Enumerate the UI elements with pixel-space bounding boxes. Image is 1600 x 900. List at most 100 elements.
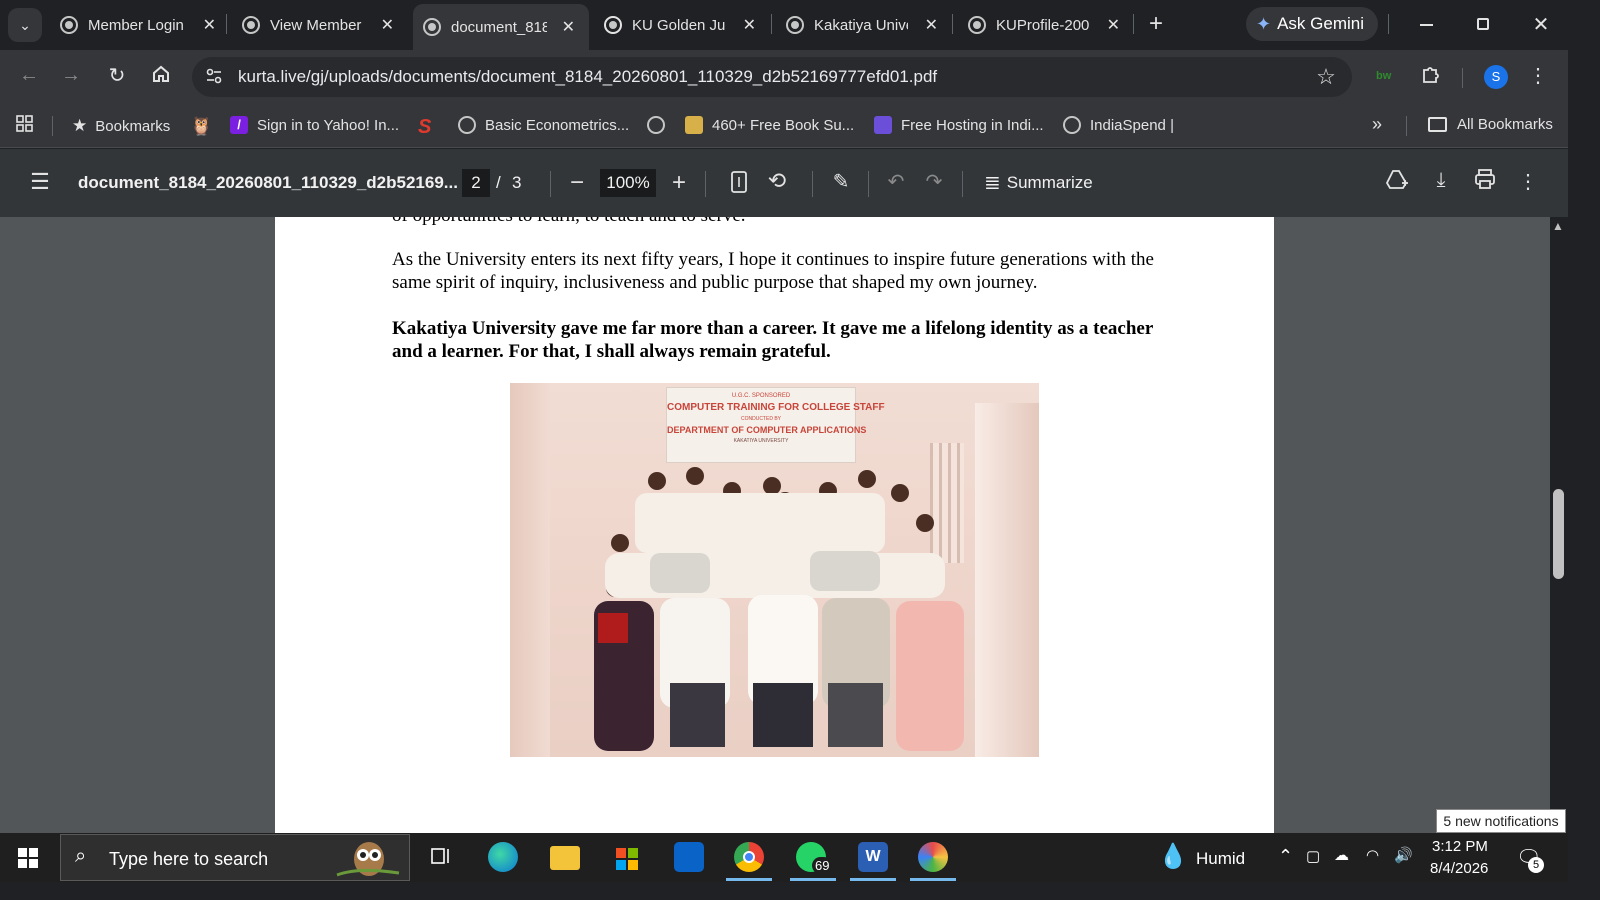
bookmark-s-logo[interactable]: S (418, 116, 431, 139)
more-bookmarks-button[interactable]: » (1372, 114, 1382, 135)
search-icon: ⌕ (75, 845, 87, 867)
tray-chevron-icon[interactable]: ⌃ (1278, 846, 1293, 867)
profile-initial: S (1491, 69, 1501, 84)
meet-now-icon[interactable]: ▢ (1306, 847, 1320, 865)
tab-document-active[interactable]: document_8184 ✕ (413, 4, 589, 50)
outlook-icon[interactable] (674, 842, 704, 872)
weather-label[interactable]: Humid (1196, 849, 1245, 869)
profile-avatar[interactable]: S (1484, 65, 1508, 89)
reload-icon[interactable]: ↻ (104, 63, 130, 88)
scrollbar-thumb[interactable] (1553, 489, 1564, 579)
bookmarks-divider (52, 116, 53, 136)
ask-gemini-label: Ask Gemini (1277, 14, 1365, 33)
kebab-menu-icon[interactable]: ⋮ (1528, 63, 1548, 88)
edge-icon[interactable] (488, 842, 518, 872)
tab-kuprofile[interactable]: KUProfile-2007 ✕ (968, 8, 1124, 42)
apps-grid-icon[interactable] (14, 114, 36, 140)
yahoo-icon: / (230, 116, 248, 134)
word-icon[interactable]: W (858, 842, 888, 872)
notification-toast[interactable]: 5 new notifications (1436, 809, 1566, 833)
onedrive-cloud-icon[interactable]: ☁ (1334, 846, 1349, 864)
close-icon[interactable]: ✕ (381, 15, 394, 35)
restore-button[interactable] (1468, 12, 1498, 38)
globe-icon (423, 18, 441, 36)
site-info-icon[interactable] (202, 66, 226, 91)
tab-ku-golden-jubilee[interactable]: KU Golden Jubilee ✕ (604, 8, 760, 42)
volume-icon[interactable]: 🔊 (1394, 846, 1413, 864)
bookmark-basic-econometrics[interactable]: Basic Econometrics... (458, 116, 629, 134)
address-bar[interactable]: kurta.live/gj/uploads/documents/document… (192, 57, 1352, 97)
chrome-icon[interactable] (734, 842, 764, 872)
more-options-icon[interactable]: ⋮ (1518, 169, 1538, 194)
bookmark-yahoo[interactable]: / Sign in to Yahoo! In... (230, 116, 399, 134)
extension-bw-icon[interactable]: bw (1376, 70, 1391, 82)
clock-date[interactable]: 8/4/2026 (1430, 860, 1488, 877)
whatsapp-active-indicator (790, 878, 836, 881)
microsoft-store-icon[interactable] (612, 842, 642, 872)
ask-gemini-button[interactable]: ✦ Ask Gemini (1246, 7, 1378, 41)
pdf-toolbar: ☰ document_8184_20260801_110329_d2b52169… (0, 149, 1568, 217)
globe-icon (647, 116, 665, 134)
tab-kakatiya-university[interactable]: Kakatiya University ✕ (786, 8, 942, 42)
drive-add-icon[interactable] (1384, 169, 1410, 197)
minimize-button[interactable] (1412, 12, 1442, 38)
tab-view-member[interactable]: View Member ✕ (242, 8, 398, 42)
clock-time[interactable]: 3:12 PM (1432, 838, 1488, 855)
bookmarks-divider (1406, 116, 1407, 136)
close-icon[interactable]: ✕ (925, 15, 938, 35)
rotate-icon[interactable]: ⟲ (764, 168, 790, 194)
page-total: 3 (512, 173, 522, 192)
home-icon[interactable] (148, 64, 174, 90)
paint-icon[interactable] (918, 842, 948, 872)
extensions-puzzle-icon[interactable] (1418, 63, 1444, 91)
pdf-divider (705, 171, 706, 197)
pdf-viewer[interactable]: of opportunities to learn, to teach and … (0, 217, 1568, 833)
bookmark-owl[interactable]: 🦉 (190, 116, 212, 137)
new-tab-button[interactable]: + (1144, 10, 1168, 38)
bookmark-indiaspend[interactable]: IndiaSpend | (1063, 116, 1174, 134)
page-number-input[interactable]: 2 (462, 169, 490, 197)
undo-icon[interactable]: ↶ (884, 169, 908, 194)
all-bookmarks-button[interactable]: All Bookmarks (1428, 116, 1553, 133)
close-icon[interactable]: ✕ (203, 15, 216, 35)
close-icon[interactable]: ✕ (743, 15, 756, 35)
fit-page-icon[interactable] (728, 171, 750, 199)
summarize-button[interactable]: ≣ Summarize (984, 170, 1093, 195)
url-text[interactable]: kurta.live/gj/uploads/documents/document… (238, 67, 937, 87)
print-icon[interactable] (1472, 169, 1498, 195)
people-group (594, 467, 964, 751)
tab-divider (1133, 14, 1134, 34)
folder-icon (1428, 117, 1447, 132)
file-explorer-icon[interactable] (550, 846, 580, 870)
close-icon[interactable]: ✕ (1107, 15, 1120, 35)
tab-member-login[interactable]: Member Login ✕ (60, 8, 220, 42)
wifi-icon[interactable]: ◠ (1366, 846, 1379, 864)
forward-arrow-icon[interactable]: → (58, 64, 84, 87)
star-bookmark-icon[interactable]: ☆ (1314, 64, 1338, 90)
globe-icon (786, 16, 804, 34)
download-icon[interactable]: ⤓ (1430, 169, 1452, 192)
notifications-count-badge: 5 (1528, 857, 1544, 873)
hamburger-menu-icon[interactable]: ☰ (28, 169, 52, 195)
bookmark-free-book[interactable]: 460+ Free Book Su... (685, 116, 854, 134)
taskbar-search-box[interactable]: ⌕ Type here to search (60, 834, 410, 881)
bookmark-globe[interactable] (647, 116, 674, 134)
tab-search-button[interactable]: ⌄ (8, 8, 42, 42)
scroll-up-arrow-icon[interactable]: ▲ (1552, 219, 1564, 233)
chevron-down-icon: ⌄ (19, 17, 31, 33)
tab-title: View Member (270, 16, 362, 34)
redo-icon[interactable]: ↷ (922, 169, 946, 194)
bookmark-free-hosting[interactable]: Free Hosting in Indi... (874, 116, 1044, 134)
draw-icon[interactable]: ✎ (828, 169, 854, 194)
close-window-button[interactable]: ✕ (1526, 10, 1556, 40)
zoom-out-icon[interactable]: − (566, 169, 588, 197)
close-icon: ✕ (1532, 14, 1550, 36)
task-view-icon[interactable] (428, 845, 454, 873)
zoom-in-icon[interactable]: + (668, 169, 690, 197)
back-arrow-icon[interactable]: ← (16, 64, 42, 87)
start-button[interactable] (18, 848, 38, 868)
zoom-input[interactable]: 100% (600, 169, 656, 197)
bookmark-bookmarks[interactable]: ★ Bookmarks (72, 116, 170, 136)
close-icon[interactable]: ✕ (562, 17, 575, 37)
summarize-icon: ≣ (984, 172, 1001, 194)
